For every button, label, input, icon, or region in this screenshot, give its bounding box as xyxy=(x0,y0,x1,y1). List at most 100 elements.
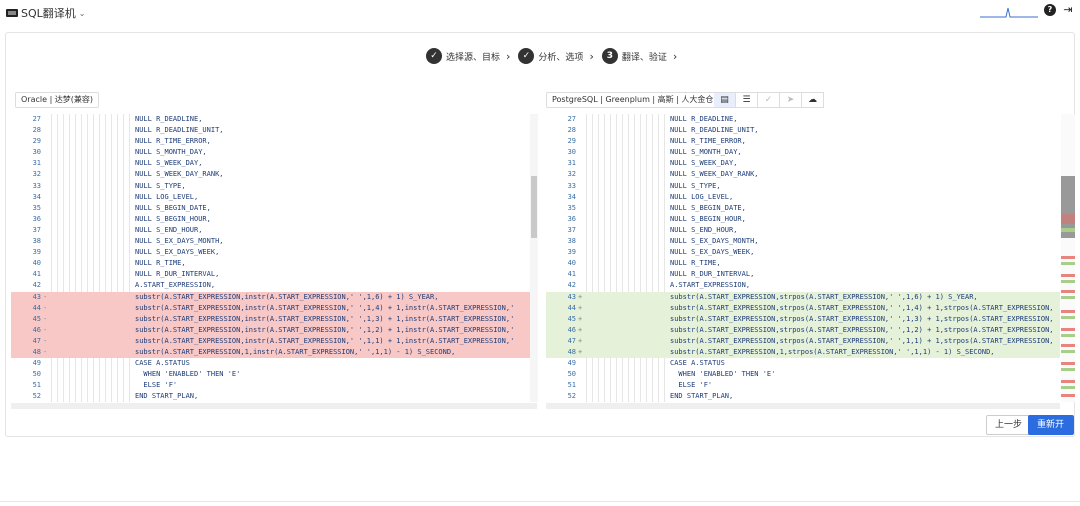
code-text: NULL S_BEGIN_HOUR, xyxy=(670,214,746,223)
code-text: substr(A.START_EXPRESSION,strpos(A.START… xyxy=(670,303,1054,312)
step-translate-verify: 3 翻译、验证 › xyxy=(601,48,678,64)
line-number: 27 xyxy=(32,115,41,123)
cloud-download-icon[interactable]: ☁ xyxy=(802,92,824,108)
line-number: 43 xyxy=(32,292,41,301)
code-line: 44 + substr(A.START_EXPRESSION,strpos(A.ST… xyxy=(546,302,1060,314)
code-line: 42 A.START_EXPRESSION, xyxy=(546,280,1060,291)
line-number: 40 xyxy=(567,259,576,268)
code-text: NULL S_TYPE, xyxy=(670,181,721,190)
code-text: NULL R_TIME, xyxy=(670,259,721,268)
code-text: NULL R_DEADLINE, xyxy=(135,115,203,123)
code-text: NULL R_DEADLINE_UNIT, xyxy=(670,126,759,135)
question-circle-icon[interactable]: ? xyxy=(1044,4,1056,16)
line-number: 34 xyxy=(567,192,576,201)
diff-overview-mark xyxy=(1061,310,1075,313)
line-number: 36 xyxy=(567,214,576,223)
step-analyze-options: ✓ 分析、选项 › xyxy=(518,48,594,64)
previous-step-button[interactable]: 上一步 xyxy=(986,415,1032,435)
restart-button[interactable]: 重新开始 xyxy=(1028,415,1074,448)
code-line: 42 A.START_EXPRESSION, xyxy=(11,280,537,291)
target-sql-editor[interactable]: 27 NULL R_DEADLINE, 28 NULL R_DEADLINE_UNIT… xyxy=(546,114,1060,402)
code-text: NULL S_MONTH_DAY, xyxy=(670,148,742,157)
app-switcher[interactable]: SQL翻译机 ⌄ xyxy=(6,5,85,21)
code-line: 40 NULL R_TIME, xyxy=(546,258,1060,269)
bottom-divider xyxy=(0,501,1080,502)
source-hscrollbar[interactable] xyxy=(11,403,537,409)
code-line: 40 NULL R_TIME, xyxy=(11,258,537,269)
line-number: 33 xyxy=(32,181,41,190)
source-db-label: Oracle | 达梦(兼容) xyxy=(15,92,100,108)
code-line: 32 NULL S_WEEK_DAY_RANK, xyxy=(546,169,1060,180)
line-number: 27 xyxy=(567,115,576,123)
diff-overview-mark xyxy=(1061,334,1075,337)
code-line: 29 NULL R_TIME_ERROR, xyxy=(11,136,537,147)
diff-overview-mark xyxy=(1061,262,1075,265)
code-text: NULL S_WEEK_DAY_RANK, xyxy=(670,170,759,179)
line-number: 42 xyxy=(567,281,576,290)
scrollbar-thumb[interactable] xyxy=(531,176,537,238)
diff-overview-mark xyxy=(1061,380,1075,383)
line-number: 35 xyxy=(567,203,576,212)
chevron-right-icon: › xyxy=(672,49,678,63)
code-text: NULL S_EX_DAYS_MONTH, xyxy=(670,237,759,246)
code-text: NULL S_WEEK_DAY_RANK, xyxy=(135,170,224,179)
target-hscrollbar[interactable] xyxy=(546,403,1060,409)
format-icon[interactable]: ☰ xyxy=(736,92,758,108)
diff-overview-mark xyxy=(1061,296,1075,299)
code-line: 47 + substr(A.START_EXPRESSION,strpos(A.ST… xyxy=(546,335,1060,347)
line-number: 51 xyxy=(32,381,41,390)
code-line: 35 NULL S_BEGIN_DATE, xyxy=(11,203,537,214)
send-icon[interactable]: ➤ xyxy=(780,92,802,108)
code-line: 47- substr(A.START_EXPRESSION,instr(A.STA… xyxy=(11,335,537,347)
code-text: END START_PLAN, xyxy=(670,392,734,401)
code-line: 48 + substr(A.START_EXPRESSION,1,strpos(A.… xyxy=(546,346,1060,359)
editor-toolbar: ▤ ☰ ✓ ➤ ☁ xyxy=(714,92,824,108)
line-number: 46 xyxy=(32,325,41,334)
code-line: 49 CASE A.STATUS xyxy=(11,358,537,369)
diff-overview-ruler[interactable] xyxy=(1061,114,1075,402)
line-number: 42 xyxy=(32,281,41,290)
logout-icon[interactable]: ⇥ xyxy=(1062,4,1074,16)
code-text: NULL S_EX_DAYS_WEEK, xyxy=(670,248,755,257)
source-sql-editor[interactable]: 27 NULL R_DEADLINE, 28 NULL R_DEADLINE_UNIT… xyxy=(11,114,537,402)
line-number: 39 xyxy=(567,248,576,257)
code-text: WHEN 'ENABLED' THEN 'E' xyxy=(670,370,776,379)
diff-marker: - xyxy=(43,347,48,356)
code-line: 50 WHEN 'ENABLED' THEN 'E' xyxy=(11,369,537,380)
chevron-down-icon: ⌄ xyxy=(78,8,86,18)
code-text: NULL S_END_HOUR, xyxy=(135,225,203,234)
code-text: NULL R_DEADLINE_UNIT, xyxy=(135,126,224,135)
code-line: 32 NULL S_WEEK_DAY_RANK, xyxy=(11,169,537,180)
line-number: 32 xyxy=(567,170,576,179)
code-line: 43- substr(A.START_EXPRESSION,instr(A.STA… xyxy=(11,291,537,303)
code-line: 34 NULL LOG_LEVEL, xyxy=(11,192,537,203)
code-line: 28 NULL R_DEADLINE_UNIT, xyxy=(546,125,1060,136)
diff-overview-mark xyxy=(1061,350,1075,353)
line-number: 41 xyxy=(32,270,41,279)
line-number: 47 xyxy=(32,336,41,345)
code-text: NULL S_TYPE, xyxy=(135,181,186,190)
code-line: 41 NULL R_DUR_INTERVAL, xyxy=(546,269,1060,280)
diff-marker: + xyxy=(578,303,583,312)
code-line: 30 NULL S_MONTH_DAY, xyxy=(546,147,1060,158)
activity-sparkline xyxy=(980,7,1038,18)
code-text: A.START_EXPRESSION, xyxy=(135,281,216,290)
code-line: 46- substr(A.START_EXPRESSION,instr(A.STA… xyxy=(11,324,537,336)
diff-overview-mark xyxy=(1061,290,1075,293)
step-number: 3 xyxy=(601,48,618,64)
code-line: 37 NULL S_END_HOUR, xyxy=(11,225,537,236)
source-scrollbar[interactable] xyxy=(530,114,538,402)
database-icon[interactable]: ▤ xyxy=(714,92,736,108)
code-line: 48- substr(A.START_EXPRESSION,1,instr(A.S… xyxy=(11,346,537,359)
line-number: 39 xyxy=(32,248,41,257)
code-line: 36 NULL S_BEGIN_HOUR, xyxy=(546,214,1060,225)
check-icon[interactable]: ✓ xyxy=(758,92,780,108)
code-text: WHEN 'ENABLED' THEN 'E' xyxy=(135,370,241,379)
code-line: 39 NULL S_EX_DAYS_WEEK, xyxy=(546,247,1060,258)
diff-marker: + xyxy=(578,325,583,334)
code-text: CASE A.STATUS xyxy=(670,359,725,368)
code-text: NULL S_MONTH_DAY, xyxy=(135,148,207,157)
diff-overview-mark xyxy=(1061,274,1075,277)
line-number: 50 xyxy=(32,370,41,379)
code-text: A.START_EXPRESSION, xyxy=(670,281,751,290)
